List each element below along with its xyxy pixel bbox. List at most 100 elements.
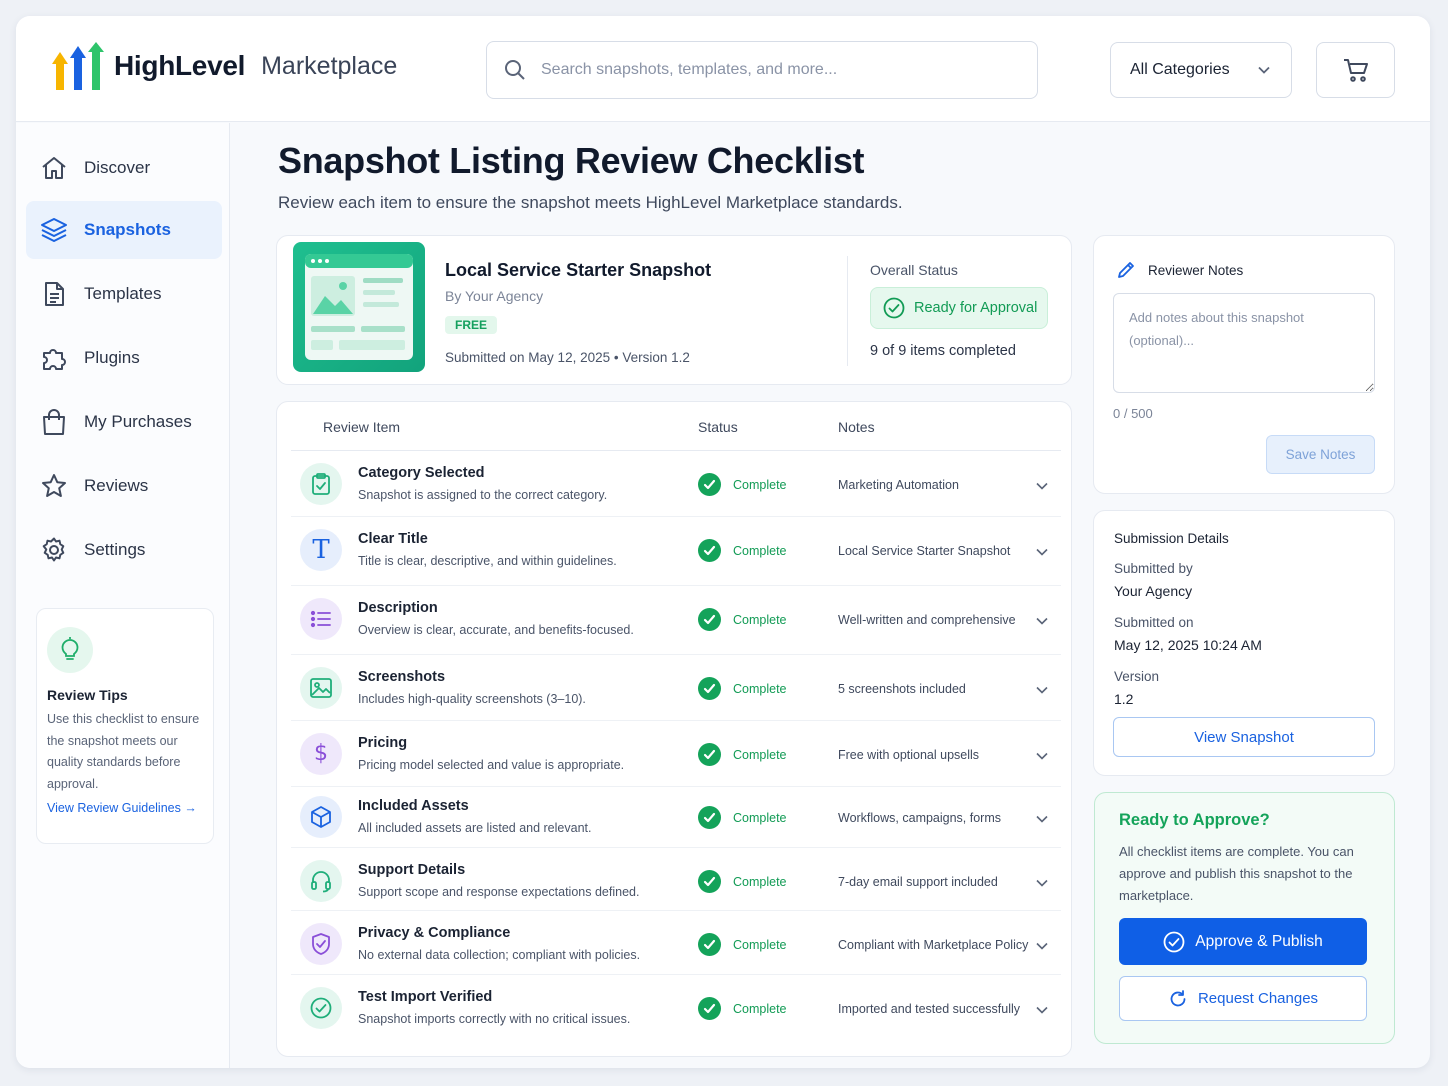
status-badge: Complete — [698, 997, 787, 1020]
cart-button[interactable] — [1316, 42, 1395, 98]
row-note: 7-day email support included — [838, 875, 998, 889]
chevron-down-icon[interactable] — [1035, 812, 1049, 826]
chevron-down-icon[interactable] — [1035, 545, 1049, 559]
table-row[interactable]: Description Overview is clear, accurate,… — [291, 586, 1061, 655]
sidebar-item-templates[interactable]: Templates — [26, 265, 222, 323]
app-window: HighLevel Marketplace All Categories Dis… — [16, 16, 1430, 1068]
search-input[interactable] — [541, 61, 1001, 79]
snapshot-author: By Your Agency — [445, 288, 544, 304]
save-notes-button[interactable]: Save Notes — [1266, 435, 1375, 474]
check-icon — [698, 473, 721, 496]
highlevel-logo-icon — [52, 42, 104, 90]
overall-status-label: Overall Status — [870, 262, 958, 278]
page-title: Snapshot Listing Review Checklist — [278, 140, 865, 181]
row-note: Compliant with Marketplace Policy — [838, 938, 1029, 952]
check-icon — [698, 870, 721, 893]
check-circle-icon — [1163, 931, 1185, 952]
chevron-down-icon[interactable] — [1035, 614, 1049, 628]
text-icon: T — [300, 529, 342, 571]
check-icon — [698, 539, 721, 562]
row-description: Includes high-quality screenshots (3–10)… — [358, 692, 586, 706]
status-text: Complete — [733, 747, 787, 762]
status-text: Complete — [733, 937, 787, 952]
status-badge: Complete — [698, 608, 787, 631]
status-text: Complete — [733, 874, 787, 889]
review-checklist-table: Review Item Status Notes Category Select… — [276, 401, 1072, 1057]
check-icon — [698, 933, 721, 956]
snapshot-name: Local Service Starter Snapshot — [445, 260, 712, 280]
version-label: Version — [1114, 669, 1160, 684]
sidebar-item-discover[interactable]: Discover — [26, 139, 222, 197]
shield-icon — [300, 923, 342, 965]
chevron-down-icon[interactable] — [1035, 479, 1049, 493]
row-note: Workflows, campaigns, forms — [838, 811, 1002, 825]
sidebar-item-my-purchases[interactable]: My Purchases — [26, 393, 222, 451]
chevron-down-icon[interactable] — [1035, 876, 1049, 890]
row-title: Description — [358, 600, 438, 616]
table-row[interactable]: $ Pricing Pricing model selected and val… — [291, 721, 1061, 787]
sidebar-item-label: Settings — [84, 540, 146, 559]
table-row[interactable]: Category Selected Snapshot is assigned t… — [291, 451, 1061, 517]
sidebar-item-snapshots[interactable]: Snapshots — [26, 201, 222, 259]
status-badge: Complete — [698, 539, 787, 562]
chevron-down-icon[interactable] — [1035, 1003, 1049, 1017]
view-snapshot-button[interactable]: View Snapshot — [1113, 717, 1375, 757]
chevron-down-icon[interactable] — [1035, 939, 1049, 953]
row-description: Snapshot is assigned to the correct cate… — [358, 488, 608, 502]
view-review-guidelines-link[interactable]: View Review Guidelines → — [47, 801, 203, 815]
row-title: Category Selected — [358, 465, 485, 481]
logo[interactable]: HighLevel Marketplace — [52, 42, 397, 90]
row-description: Support scope and response expectations … — [358, 885, 640, 899]
check-circle-icon — [300, 987, 342, 1029]
request-changes-button[interactable]: Request Changes — [1119, 976, 1367, 1021]
submission-meta: Submitted on May 12, 2025 • Version 1.2 — [445, 350, 690, 365]
search-bar[interactable] — [486, 41, 1038, 99]
reviewer-notes-textarea[interactable] — [1113, 293, 1375, 393]
headset-icon — [300, 860, 342, 902]
check-circle-icon — [883, 297, 905, 319]
table-row[interactable]: T Clear Title Title is clear, descriptiv… — [291, 517, 1061, 586]
lightbulb-icon — [47, 627, 93, 673]
sidebar-item-reviews[interactable]: Reviews — [26, 457, 222, 515]
dollar-icon: $ — [300, 733, 342, 775]
tips-body: Use this checklist to ensure the snapsho… — [47, 712, 200, 791]
sidebar: Discover Snapshots Templates Plugins My … — [16, 123, 230, 1068]
row-title: Test Import Verified — [358, 989, 493, 1005]
sidebar-item-label: Reviews — [84, 476, 149, 495]
category-select[interactable]: All Categories — [1110, 42, 1292, 98]
review-tips-card: Review Tips Use this checklist to ensure… — [36, 608, 214, 844]
row-note: Marketing Automation — [838, 478, 959, 492]
approve-publish-button[interactable]: Approve & Publish — [1119, 918, 1367, 965]
image-icon — [300, 667, 342, 709]
table-row[interactable]: Support Details Support scope and respon… — [291, 848, 1061, 911]
snapshot-preview-icon — [305, 254, 413, 360]
row-description: Snapshot imports correctly with no criti… — [358, 1012, 631, 1026]
layers-icon — [40, 216, 68, 244]
table-row[interactable]: Test Import Verified Snapshot imports co… — [291, 975, 1061, 1039]
chevron-down-icon[interactable] — [1035, 749, 1049, 763]
sidebar-item-plugins[interactable]: Plugins — [26, 329, 222, 387]
star-icon — [40, 472, 68, 500]
refresh-icon — [1170, 989, 1186, 1006]
sidebar-item-settings[interactable]: Settings — [26, 521, 222, 579]
shopping-bag-icon — [40, 408, 68, 436]
submission-details-title: Submission Details — [1114, 531, 1229, 546]
chevron-down-icon[interactable] — [1035, 683, 1049, 697]
status-text: Complete — [733, 543, 787, 558]
check-icon — [698, 608, 721, 631]
status-badge: Complete — [698, 743, 787, 766]
approve-card: Ready to Approve? All checklist items ar… — [1094, 792, 1395, 1044]
table-row[interactable]: Included Assets All included assets are … — [291, 784, 1061, 848]
row-title: Support Details — [358, 862, 466, 878]
row-description: Title is clear, descriptive, and within … — [358, 554, 617, 568]
price-badge: FREE — [445, 316, 498, 334]
table-row[interactable]: Privacy & Compliance No external data co… — [291, 911, 1061, 975]
sidebar-item-label: Discover — [84, 158, 151, 177]
status-text: Complete — [733, 1001, 787, 1016]
row-title: Privacy & Compliance — [358, 925, 511, 941]
status-text: Complete — [733, 477, 787, 492]
row-description: Overview is clear, accurate, and benefit… — [358, 623, 634, 637]
table-row[interactable]: Screenshots Includes high-quality screen… — [291, 655, 1061, 721]
document-icon — [40, 280, 68, 308]
check-icon — [698, 997, 721, 1020]
